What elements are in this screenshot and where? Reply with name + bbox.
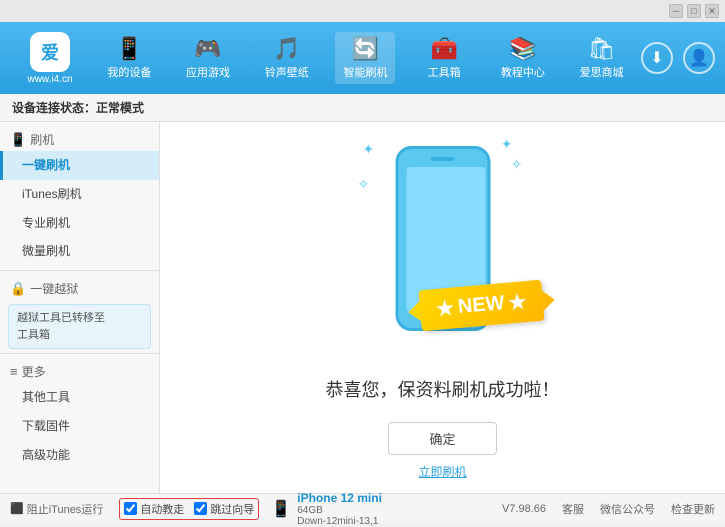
header-right: ⬇ 👤 bbox=[641, 42, 715, 74]
smart-flash-icon: 🔄 bbox=[352, 36, 379, 62]
success-text: 恭喜您，保资料刷机成功啦！ bbox=[326, 376, 560, 402]
skip-wizard-checkbox[interactable]: 跳过向导 bbox=[194, 501, 254, 517]
new-badge-star-right: ★ bbox=[507, 289, 527, 315]
jailbreak-notice-text: 越狱工具已转移至工具箱 bbox=[17, 312, 105, 341]
phone-speaker bbox=[431, 157, 455, 161]
title-bar: ─ □ ✕ bbox=[0, 0, 725, 22]
close-btn[interactable]: ✕ bbox=[705, 4, 719, 18]
user-btn[interactable]: 👤 bbox=[683, 42, 715, 74]
new-badge-star-left: ★ bbox=[435, 295, 455, 321]
more-section-icon: ≡ bbox=[10, 364, 18, 379]
wechat-link[interactable]: 微信公众号 bbox=[600, 501, 655, 517]
sidebar-section-more: ≡ 更多 bbox=[0, 358, 159, 383]
device-storage: 64GB bbox=[297, 505, 382, 516]
maximize-btn[interactable]: □ bbox=[687, 4, 701, 18]
sidebar-section-flash: 📱 刷机 bbox=[0, 126, 159, 151]
micro-flash-label: 微量刷机 bbox=[22, 244, 70, 258]
content-area: ✦ ✦ ✧ ✧ ★ NEW ★ 恭喜您，保资料刷机成功啦！ 确定 立即刷机 bbox=[160, 122, 725, 493]
download-btn[interactable]: ⬇ bbox=[641, 42, 673, 74]
sidebar-item-itunes-flash[interactable]: iTunes刷机 bbox=[0, 180, 159, 209]
sidebar-divider-1 bbox=[0, 270, 159, 271]
sparkle-1: ✦ bbox=[363, 141, 375, 158]
ringtones-label: 铃声壁纸 bbox=[265, 64, 309, 80]
my-device-icon: 📱 bbox=[116, 36, 143, 62]
nav-bar: 📱 我的设备 🎮 应用游戏 🎵 铃声壁纸 🔄 智能刷机 🧰 工具箱 📚 教程中心… bbox=[90, 32, 641, 84]
skip-wizard-label: 跳过向导 bbox=[210, 501, 254, 517]
itunes-flash-label: iTunes刷机 bbox=[22, 187, 82, 201]
status-value: 正常模式 bbox=[96, 99, 144, 116]
toolbox-label: 工具箱 bbox=[428, 64, 461, 80]
sparkle-2: ✦ bbox=[501, 136, 513, 153]
stop-itunes[interactable]: ⬛ 阻止iTunes运行 bbox=[10, 501, 103, 517]
sidebar-item-one-click-flash[interactable]: 一键刷机 bbox=[0, 151, 159, 180]
status-label: 设备连接状态： bbox=[12, 99, 96, 116]
nav-shop[interactable]: 🛍 爱思商城 bbox=[572, 32, 632, 84]
logo-url: www.i4.cn bbox=[27, 74, 72, 85]
pro-flash-label: 专业刷机 bbox=[22, 216, 70, 230]
nav-ringtones[interactable]: 🎵 铃声壁纸 bbox=[257, 32, 317, 84]
flash-section-title: 刷机 bbox=[30, 131, 54, 148]
ringtones-icon: 🎵 bbox=[273, 36, 300, 62]
tutorials-icon: 📚 bbox=[509, 36, 536, 62]
nav-toolbox[interactable]: 🧰 工具箱 bbox=[414, 32, 474, 84]
main-layout: 📱 刷机 一键刷机 iTunes刷机 专业刷机 微量刷机 🔒 一键越狱 越狱工具… bbox=[0, 122, 725, 493]
sidebar-section-jailbreak: 🔒 一键越狱 bbox=[0, 275, 159, 300]
auto-jump-input[interactable] bbox=[124, 502, 137, 515]
nav-apps-games[interactable]: 🎮 应用游戏 bbox=[178, 32, 238, 84]
sidebar-divider-2 bbox=[0, 353, 159, 354]
sparkle-4: ✧ bbox=[511, 156, 523, 173]
shop-label: 爱思商城 bbox=[580, 64, 624, 80]
logo-icon: 爱 bbox=[30, 32, 70, 72]
bottom-device-info: iPhone 12 mini 64GB Down-12mini-13,1 bbox=[297, 491, 382, 527]
bottom-bar: ⬛ 阻止iTunes运行 自动教走 跳过向导 📱 iPhone 12 mini … bbox=[0, 493, 725, 523]
checkbox-group: 自动教走 跳过向导 bbox=[119, 498, 259, 520]
new-badge-text: NEW bbox=[457, 292, 505, 319]
device-model: Down-12mini-13,1 bbox=[297, 516, 382, 527]
advanced-label: 高级功能 bbox=[22, 448, 70, 462]
nav-tutorials[interactable]: 📚 教程中心 bbox=[493, 32, 553, 84]
bottom-right: V7.98.66 客服 微信公众号 检查更新 bbox=[502, 501, 715, 517]
shop-icon: 🛍 bbox=[588, 36, 616, 62]
auto-jump-checkbox[interactable]: 自动教走 bbox=[124, 501, 184, 517]
customer-service-link[interactable]: 客服 bbox=[562, 501, 584, 517]
header: 爱 www.i4.cn 📱 我的设备 🎮 应用游戏 🎵 铃声壁纸 🔄 智能刷机 … bbox=[0, 22, 725, 94]
one-click-flash-label: 一键刷机 bbox=[22, 158, 70, 172]
sidebar-item-download-firmware[interactable]: 下载固件 bbox=[0, 412, 159, 441]
again-link[interactable]: 立即刷机 bbox=[418, 463, 466, 480]
phone-illustration: ✦ ✦ ✧ ✧ ★ NEW ★ bbox=[353, 136, 533, 356]
check-update-link[interactable]: 检查更新 bbox=[671, 501, 715, 517]
download-firmware-label: 下载固件 bbox=[22, 419, 70, 433]
flash-section-icon: 📱 bbox=[10, 132, 26, 148]
auto-jump-label: 自动教走 bbox=[140, 501, 184, 517]
other-tools-label: 其他工具 bbox=[22, 390, 70, 404]
device-icon: 📱 bbox=[271, 499, 291, 519]
sidebar-item-advanced[interactable]: 高级功能 bbox=[0, 441, 159, 470]
minimize-btn[interactable]: ─ bbox=[669, 4, 683, 18]
apps-games-icon: 🎮 bbox=[194, 36, 221, 62]
more-section-title: 更多 bbox=[22, 363, 46, 380]
status-bar: 设备连接状态： 正常模式 bbox=[0, 94, 725, 122]
stop-itunes-icon: ⬛ bbox=[10, 502, 24, 515]
tutorials-label: 教程中心 bbox=[501, 64, 545, 80]
jailbreak-notice: 越狱工具已转移至工具箱 bbox=[8, 304, 151, 349]
sidebar-item-other-tools[interactable]: 其他工具 bbox=[0, 383, 159, 412]
jailbreak-section-title: 一键越狱 bbox=[30, 280, 78, 297]
sidebar-item-micro-flash[interactable]: 微量刷机 bbox=[0, 237, 159, 266]
apps-games-label: 应用游戏 bbox=[186, 64, 230, 80]
nav-my-device[interactable]: 📱 我的设备 bbox=[99, 32, 159, 84]
sidebar: 📱 刷机 一键刷机 iTunes刷机 专业刷机 微量刷机 🔒 一键越狱 越狱工具… bbox=[0, 122, 160, 493]
nav-smart-flash[interactable]: 🔄 智能刷机 bbox=[335, 32, 395, 84]
my-device-label: 我的设备 bbox=[107, 64, 151, 80]
logo[interactable]: 爱 www.i4.cn bbox=[10, 32, 90, 85]
version-text: V7.98.66 bbox=[502, 503, 546, 515]
sparkle-3: ✧ bbox=[358, 176, 370, 193]
jailbreak-section-icon: 🔒 bbox=[10, 281, 26, 297]
toolbox-icon: 🧰 bbox=[430, 36, 457, 62]
stop-itunes-label: 阻止iTunes运行 bbox=[27, 501, 104, 517]
skip-wizard-input[interactable] bbox=[194, 502, 207, 515]
confirm-button[interactable]: 确定 bbox=[388, 422, 496, 455]
smart-flash-label: 智能刷机 bbox=[343, 64, 387, 80]
sidebar-item-pro-flash[interactable]: 专业刷机 bbox=[0, 209, 159, 238]
